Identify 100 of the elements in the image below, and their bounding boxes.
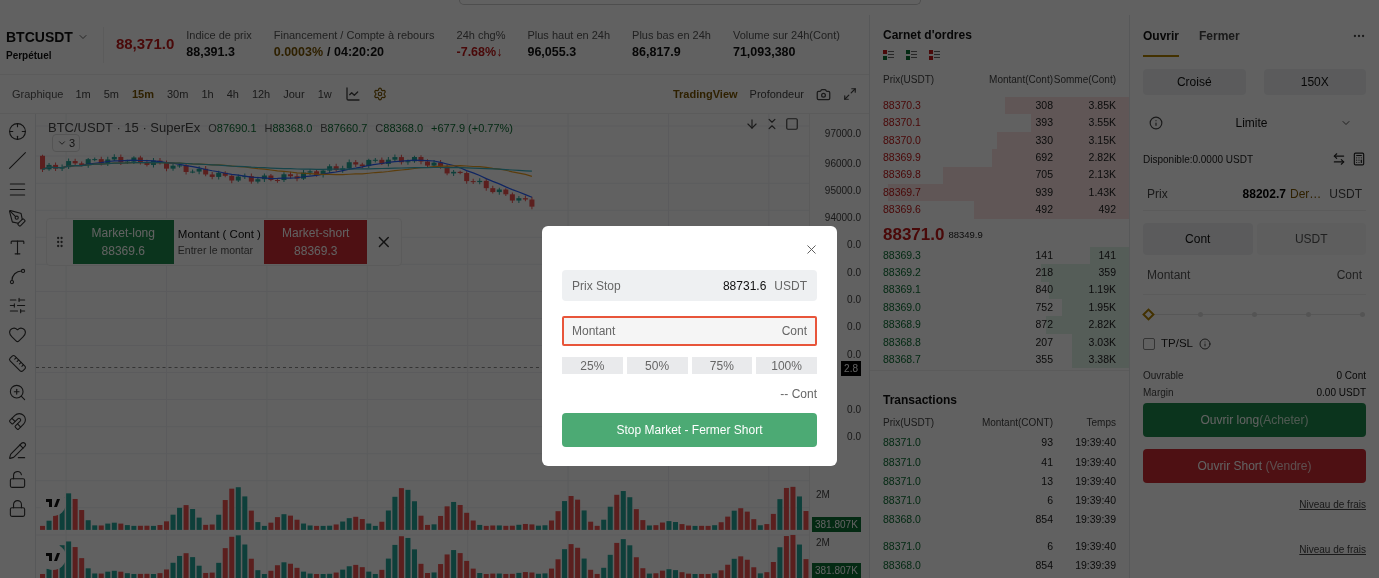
book-price[interactable]: 88369.2 xyxy=(883,264,963,281)
book-price[interactable]: 88369.9 xyxy=(883,150,963,166)
info-icon[interactable] xyxy=(1198,337,1211,350)
line-chart-icon[interactable] xyxy=(344,86,361,102)
leverage-button[interactable]: 150X xyxy=(1263,69,1366,95)
symbol-title[interactable]: BTCUSDT xyxy=(6,26,73,48)
book-asks-icon[interactable] xyxy=(929,50,940,60)
book-price[interactable]: 88370.0 xyxy=(883,132,963,149)
book-both-icon[interactable] xyxy=(883,50,894,60)
amount-label: Montant ( Cont ) xyxy=(177,226,261,242)
percentage-button[interactable]: 100% xyxy=(756,357,817,374)
contract-type: Perpétuel xyxy=(6,48,53,63)
camera-icon[interactable] xyxy=(816,86,831,102)
chevron-down-icon[interactable] xyxy=(57,138,67,148)
sliders-icon[interactable] xyxy=(8,296,27,315)
interval-tab[interactable]: 15m xyxy=(131,85,154,103)
interval-tab[interactable]: 30m xyxy=(166,85,189,103)
zoom-in-icon[interactable] xyxy=(8,383,27,402)
unlock-icon[interactable] xyxy=(8,470,27,489)
amount-field[interactable]: Montant Cont xyxy=(1143,255,1366,295)
book-price[interactable]: 88369.1 xyxy=(883,282,963,299)
book-total: 1.43K xyxy=(1088,184,1116,200)
slider-thumb[interactable] xyxy=(1142,308,1155,321)
trade-price: 88371.0 xyxy=(883,538,922,554)
heart-icon[interactable] xyxy=(8,325,27,344)
order-tab[interactable]: Ouvrir xyxy=(1143,15,1179,57)
collapse-icon[interactable] xyxy=(765,117,779,131)
book-total: 359 xyxy=(1098,264,1116,280)
square-icon[interactable] xyxy=(785,117,799,131)
pen-icon[interactable] xyxy=(8,209,27,228)
interval-tab[interactable]: 1w xyxy=(317,85,332,103)
stop-price-field[interactable]: Prix Stop 88731.6 USDT xyxy=(562,270,817,301)
stop-market-submit-button[interactable]: Stop Market - Fermer Short xyxy=(562,413,817,447)
book-price[interactable]: 88370.1 xyxy=(883,115,963,131)
book-price[interactable]: 88369.0 xyxy=(883,299,963,316)
margin-mode-button[interactable]: Croisé xyxy=(1143,69,1246,95)
horizontal-lines-icon[interactable] xyxy=(8,180,27,199)
indicator-toggle-button[interactable]: 3 xyxy=(52,134,81,152)
calculator-icon[interactable] xyxy=(1352,152,1366,166)
interval-tab[interactable]: 1h xyxy=(201,85,214,103)
tpsl-checkbox[interactable] xyxy=(1143,337,1155,350)
ruler-icon[interactable] xyxy=(8,354,27,373)
percentage-button[interactable]: 75% xyxy=(691,357,753,374)
book-price[interactable]: 88370.3 xyxy=(883,97,963,114)
trade-time: 19:39:40 xyxy=(1074,454,1116,470)
book-total: 3.55K xyxy=(1088,115,1116,131)
price-axis-label: 0.0 xyxy=(847,320,861,334)
view-tab[interactable]: Profondeur xyxy=(749,85,804,103)
settings-icon[interactable] xyxy=(372,87,387,101)
stat-label: Financement / Compte à rebours xyxy=(273,27,435,43)
price-field[interactable]: Prix 88202.7 Der… USDT xyxy=(1143,177,1366,211)
percentage-button[interactable]: 25% xyxy=(562,357,623,374)
lock-icon[interactable] xyxy=(8,499,27,518)
chart-mode-label[interactable]: Graphique xyxy=(12,85,64,103)
interval-tab[interactable]: 5m xyxy=(103,85,119,103)
interval-tab[interactable]: Jour xyxy=(283,85,305,103)
book-total: 3.85K xyxy=(1088,97,1116,113)
stat-value: 96,055.3 xyxy=(527,44,577,62)
book-price[interactable]: 88369.7 xyxy=(883,184,963,201)
book-price[interactable]: 88369.8 xyxy=(883,167,963,184)
interval-tab[interactable]: 12h xyxy=(251,85,271,103)
line-tool-icon[interactable] xyxy=(8,151,27,170)
book-amount: 355 xyxy=(1035,351,1053,367)
trade-amount: 854 xyxy=(1034,512,1053,528)
book-price[interactable]: 88369.3 xyxy=(883,247,963,264)
book-price[interactable]: 88369.6 xyxy=(883,202,963,218)
percentage-button[interactable]: 50% xyxy=(626,357,688,374)
trade-amount: 6 xyxy=(1046,493,1053,509)
interval-tab[interactable]: 4h xyxy=(226,85,239,103)
interval-tab[interactable]: 1m xyxy=(75,85,91,103)
info-icon[interactable] xyxy=(1149,116,1163,130)
swap-icon[interactable] xyxy=(1332,152,1346,166)
amount-field[interactable]: Montant Cont xyxy=(562,316,817,346)
amount-input[interactable]: Entrer le montar xyxy=(177,242,261,259)
market-long-button[interactable]: Market-long 88369.6 xyxy=(72,220,174,264)
book-price[interactable]: 88368.7 xyxy=(883,351,963,368)
amount-slider[interactable] xyxy=(1144,308,1365,322)
book-price[interactable]: 88368.8 xyxy=(883,334,963,351)
unit-toggle[interactable]: Cont xyxy=(1143,223,1253,255)
crosshair-icon[interactable] xyxy=(8,122,27,141)
order-type-select[interactable]: Limite xyxy=(1163,114,1340,132)
column-header: Montant(Cont) xyxy=(988,73,1053,87)
market-short-button[interactable]: Market-short 88369.3 xyxy=(264,220,368,264)
stat-value: 88,391.3 xyxy=(186,44,235,62)
fee-level-link[interactable]: Niveau de frais xyxy=(1299,497,1366,513)
open-long-button[interactable]: Ouvrir long(Acheter) xyxy=(1143,403,1366,438)
order-tab[interactable]: Fermer xyxy=(1199,15,1240,57)
magnet-icon[interactable] xyxy=(8,412,27,431)
text-tool-icon[interactable] xyxy=(8,238,27,257)
estimate-text: -- Cont xyxy=(780,386,817,403)
fullscreen-icon[interactable] xyxy=(843,87,857,101)
trade-time: 19:39:40 xyxy=(1074,538,1116,554)
book-bids-icon[interactable] xyxy=(906,50,917,60)
view-tab[interactable]: TradingView xyxy=(672,85,738,103)
price-axis-label: 95000.0 xyxy=(824,184,861,198)
fee-level-link[interactable]: Niveau de frais xyxy=(1299,542,1366,558)
book-price[interactable]: 88368.9 xyxy=(883,317,963,333)
pattern-tool-icon[interactable] xyxy=(8,267,27,286)
close-icon[interactable] xyxy=(804,242,819,257)
ohlc-value: H88368.0 xyxy=(264,120,313,136)
